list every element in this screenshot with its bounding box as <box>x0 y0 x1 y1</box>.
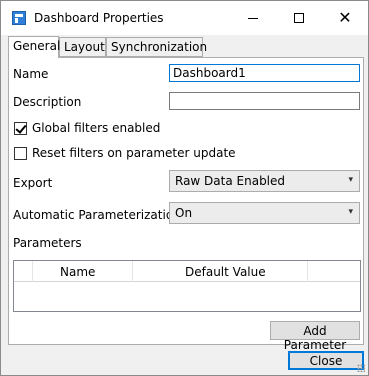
minimize-icon <box>248 17 258 19</box>
minimize-button[interactable] <box>230 1 276 35</box>
chevron-down-icon: ▾ <box>348 175 353 185</box>
dashboard-properties-dialog: Dashboard Properties ✕ General Layout Sy… <box>0 0 369 376</box>
column-divider <box>132 261 133 282</box>
description-field[interactable] <box>169 92 360 110</box>
reset-filters-checkbox[interactable] <box>14 147 27 160</box>
global-filters-checkbox[interactable] <box>14 122 27 135</box>
parameters-table-header: Name Default Value <box>14 261 360 282</box>
dashboard-icon <box>12 11 26 25</box>
parameters-table[interactable]: Name Default Value <box>13 260 361 312</box>
export-select-value: Raw Data Enabled <box>175 174 286 188</box>
export-label: Export <box>13 176 53 190</box>
auto-parameterization-label: Automatic Parameterization <box>13 208 181 222</box>
close-icon: ✕ <box>338 8 352 27</box>
status-bar: Close <box>1 348 368 375</box>
column-divider <box>32 261 33 282</box>
window-title: Dashboard Properties <box>34 11 164 25</box>
tab-layout-label: Layout <box>64 40 105 54</box>
export-select[interactable]: Raw Data Enabled ▾ <box>169 170 360 192</box>
maximize-icon <box>294 13 304 23</box>
name-field[interactable]: Dashboard1 <box>169 64 360 82</box>
chevron-down-icon: ▾ <box>348 207 353 217</box>
global-filters-label: Global filters enabled <box>32 121 161 135</box>
column-header-default-value[interactable]: Default Value <box>185 265 266 279</box>
tab-synchronization[interactable]: Synchronization <box>106 37 207 57</box>
tab-layout[interactable]: Layout <box>59 37 106 57</box>
description-label: Description <box>13 95 82 109</box>
tab-synchronization-label: Synchronization <box>111 40 208 54</box>
auto-parameterization-select-value: On <box>175 206 193 220</box>
tab-general-label: General <box>13 39 61 53</box>
close-button[interactable]: Close <box>288 351 364 370</box>
reset-filters-label: Reset filters on parameter update <box>32 146 236 160</box>
title-bar: Dashboard Properties ✕ <box>1 1 368 35</box>
close-window-button[interactable]: ✕ <box>322 1 368 35</box>
column-header-name[interactable]: Name <box>60 265 95 279</box>
resize-grip-icon[interactable] <box>357 364 365 372</box>
tab-general[interactable]: General <box>8 36 61 58</box>
column-divider <box>307 261 308 282</box>
maximize-button[interactable] <box>276 1 322 35</box>
name-label: Name <box>13 67 49 81</box>
add-parameter-button[interactable]: Add Parameter <box>270 321 360 352</box>
parameters-label: Parameters <box>13 236 82 250</box>
auto-parameterization-select[interactable]: On ▾ <box>169 202 360 224</box>
